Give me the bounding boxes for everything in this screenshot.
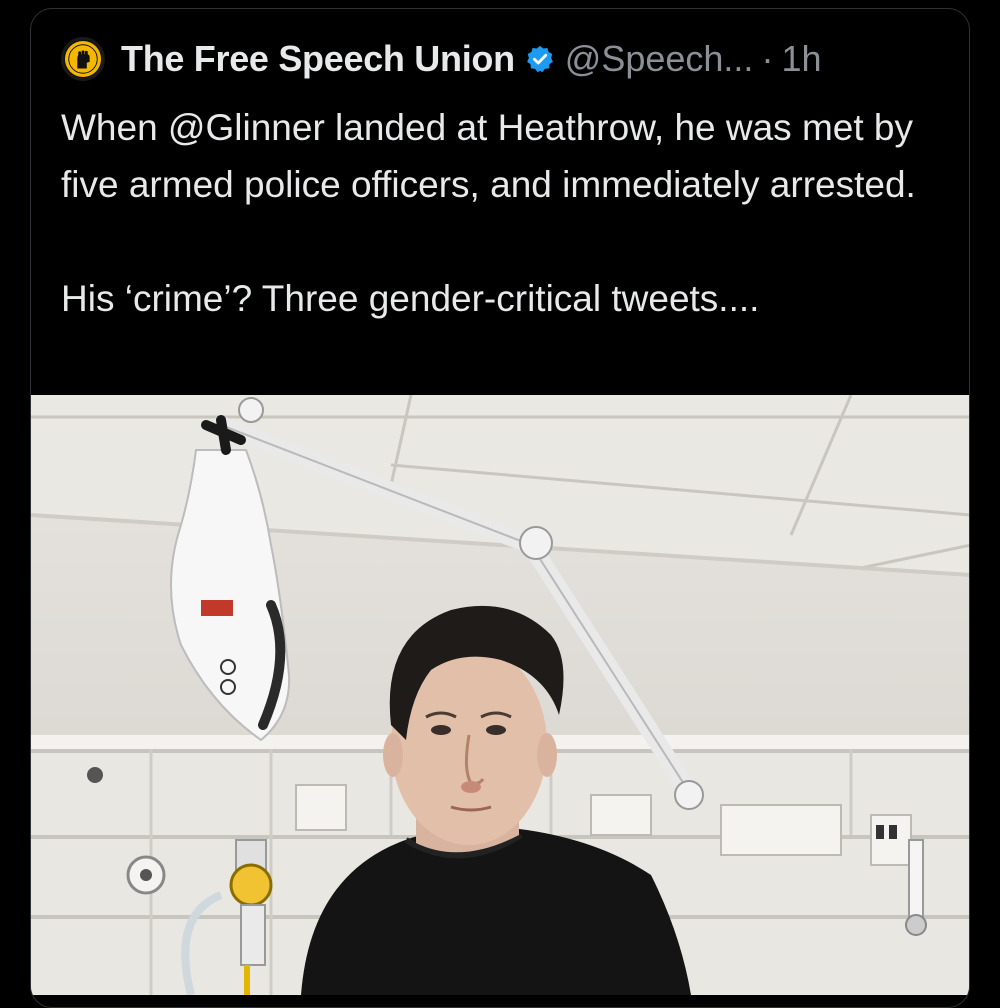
author-handle[interactable]: @Speech... — [565, 38, 754, 80]
tweet-text: When @Glinner landed at Heathrow, he was… — [61, 107, 916, 319]
tweet-photo[interactable] — [31, 395, 969, 995]
hospital-room-photo — [31, 395, 969, 995]
timestamp[interactable]: 1h — [781, 38, 821, 80]
tweet-card[interactable]: The Free Speech Union @Speech... · 1h Wh… — [30, 8, 970, 1008]
tweet-header: The Free Speech Union @Speech... · 1h — [61, 37, 821, 81]
avatar[interactable] — [61, 37, 105, 81]
verified-badge-icon — [526, 45, 553, 73]
author-name[interactable]: The Free Speech Union — [121, 38, 515, 80]
raised-fist-icon — [64, 40, 102, 78]
separator-dot: · — [761, 38, 774, 79]
